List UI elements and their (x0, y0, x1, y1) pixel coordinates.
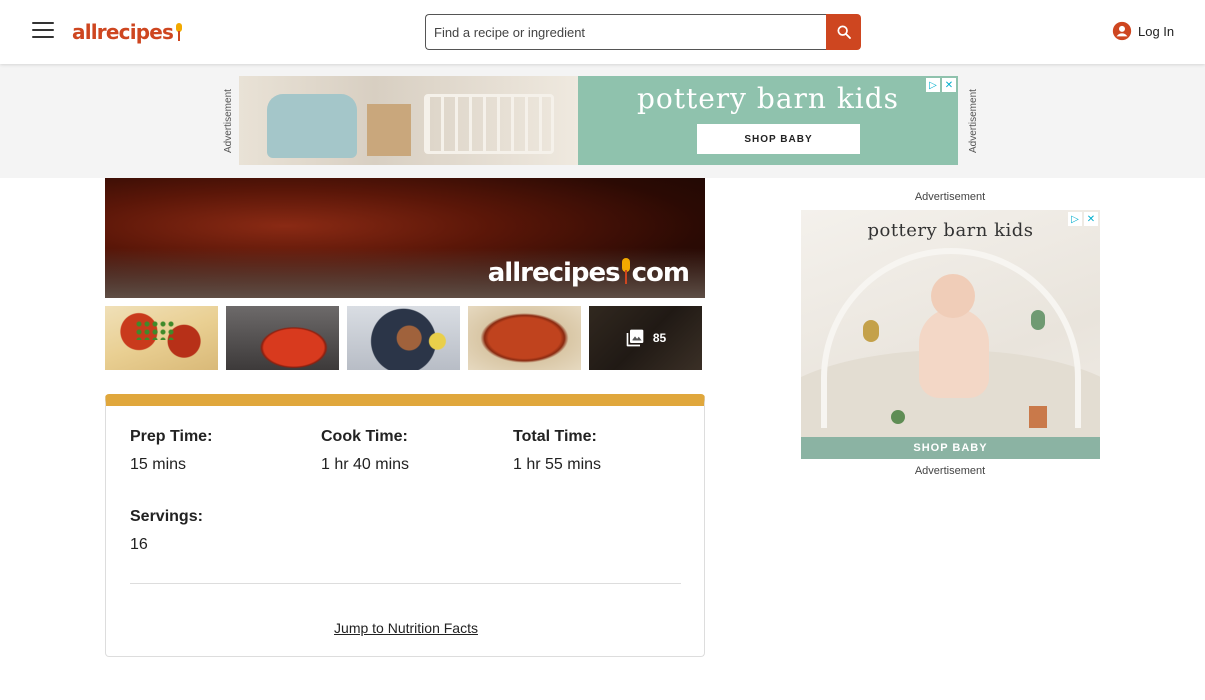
search-bar (425, 14, 861, 50)
servings-label: Servings: (130, 508, 203, 525)
side-ad-shop-button[interactable]: SHOP BABY (801, 437, 1100, 459)
gallery-thumb[interactable] (468, 306, 581, 370)
top-ad-banner[interactable]: pottery barn kids SHOP BABY ▷ ✕ (239, 76, 958, 165)
ad-choices[interactable]: ▷ ✕ (926, 78, 956, 92)
login-button[interactable]: Log In (1112, 21, 1174, 41)
account-icon (1112, 21, 1132, 41)
total-time-value: 1 hr 55 mins (513, 456, 602, 473)
adchoices-icon[interactable]: ▷ (926, 78, 940, 92)
site-logo[interactable]: allrecipes (72, 18, 183, 46)
site-header: allrecipes Log In (0, 0, 1205, 64)
recipe-video[interactable]: allrecipes com (105, 178, 705, 298)
ad-brand: pottery barn kids (636, 82, 900, 115)
close-icon[interactable]: ✕ (942, 78, 956, 92)
side-ad-banner[interactable]: pottery barn kids ▷ ✕ SHOP BABY (801, 210, 1100, 459)
menu-icon[interactable] (32, 22, 54, 42)
servings: Servings: 16 (130, 508, 203, 554)
cook-time-label: Cook Time: (321, 428, 408, 445)
spoon-icon (176, 23, 183, 41)
prep-time: Prep Time: 15 mins (130, 428, 212, 474)
ad-shop-button[interactable]: SHOP BABY (697, 124, 860, 154)
gallery-thumb[interactable] (105, 306, 218, 370)
search-icon (836, 25, 851, 39)
adchoices-icon[interactable]: ▷ (1068, 212, 1082, 226)
cook-time-value: 1 hr 40 mins (321, 456, 410, 473)
close-icon[interactable]: ✕ (1084, 212, 1098, 226)
gallery-thumb[interactable] (347, 306, 460, 370)
prep-time-value: 15 mins (130, 456, 187, 473)
photo-library-icon (626, 329, 644, 347)
ad-choices[interactable]: ▷ ✕ (1068, 212, 1098, 226)
logo-text: allrecipes (72, 20, 174, 44)
spoon-icon (621, 258, 630, 288)
total-time: Total Time: 1 hr 55 mins (513, 428, 601, 474)
gallery-more-thumb[interactable]: 85 (589, 306, 702, 370)
ad-nursery-image (239, 76, 578, 165)
video-watermark: allrecipes com (487, 258, 690, 288)
total-time-label: Total Time: (513, 428, 597, 445)
side-ad-brand: pottery barn kids (867, 220, 1034, 241)
jump-to-nutrition-link[interactable]: Jump to Nutrition Facts (106, 620, 706, 636)
side-ad-label-bottom: Advertisement (914, 465, 986, 477)
prep-time-label: Prep Time: (130, 428, 213, 445)
top-ad-bar: Advertisement pottery barn kids SHOP BAB… (0, 64, 1205, 178)
search-input[interactable] (425, 14, 826, 50)
photo-gallery: 85 (105, 306, 705, 370)
ad-label-left: Advertisement (223, 89, 234, 153)
divider (130, 583, 681, 584)
recipe-details-card: Prep Time: 15 mins Cook Time: 1 hr 40 mi… (105, 394, 705, 657)
ad-label-right: Advertisement (968, 89, 979, 153)
cook-time: Cook Time: 1 hr 40 mins (321, 428, 409, 474)
search-button[interactable] (826, 14, 861, 50)
photo-count: 85 (652, 331, 667, 345)
servings-value: 16 (130, 536, 148, 553)
side-ad-label-top: Advertisement (914, 191, 986, 203)
login-label: Log In (1138, 23, 1175, 39)
gallery-thumb[interactable] (226, 306, 339, 370)
